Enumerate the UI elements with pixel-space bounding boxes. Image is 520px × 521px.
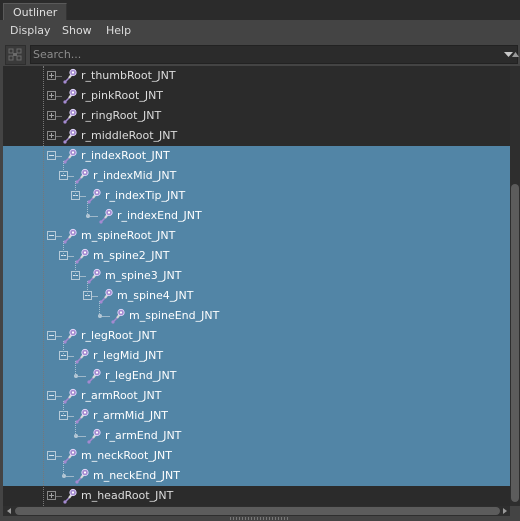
joint-icon: [85, 427, 103, 445]
tree-row[interactable]: r_middleRoot_JNT: [3, 126, 510, 146]
tree-guide-line: [75, 181, 76, 196]
tree-row[interactable]: m_spine2_JNT: [3, 246, 510, 266]
tree-row[interactable]: m_headRoot_JNT: [3, 486, 510, 506]
tree-row[interactable]: r_indexEnd_JNT: [3, 206, 510, 226]
tree-guide-line: [43, 66, 44, 506]
tree-row-label: r_legMid_JNT: [93, 349, 164, 362]
menu-show[interactable]: Show: [62, 23, 92, 39]
tree-row[interactable]: r_armMid_JNT: [3, 406, 510, 426]
tree-guide-line: [87, 281, 88, 296]
scroll-left-arrow-icon[interactable]: [7, 508, 11, 514]
tree-row-label: r_pinkRoot_JNT: [81, 89, 164, 102]
tree-guide-line: [75, 421, 76, 436]
filter-toggle-icon[interactable]: [5, 45, 26, 65]
tree-guide-line: [63, 341, 64, 356]
tree-guide-line: [63, 461, 64, 476]
tree-row-label: r_armMid_JNT: [93, 409, 169, 422]
menu-bar: Display Show Help: [0, 20, 520, 42]
collapse-icon[interactable]: [47, 331, 56, 340]
joint-icon: [61, 87, 79, 105]
expand-icon[interactable]: [47, 71, 56, 80]
scroll-right-arrow-icon[interactable]: [503, 508, 507, 514]
tree-row[interactable]: m_spineEnd_JNT: [3, 306, 510, 326]
tab-outliner[interactable]: Outliner: [3, 3, 68, 21]
search-input[interactable]: [31, 46, 493, 63]
tree-guide-line: [63, 161, 64, 176]
scroll-up-arrow-icon[interactable]: [512, 52, 519, 57]
search-row: [0, 44, 520, 66]
tree-row-label: r_indexMid_JNT: [93, 169, 177, 182]
collapse-icon[interactable]: [47, 391, 56, 400]
tree-row[interactable]: r_armEnd_JNT: [3, 426, 510, 446]
tree-row-label: r_legEnd_JNT: [105, 369, 177, 382]
expand-icon[interactable]: [47, 111, 56, 120]
resize-grip[interactable]: [230, 517, 290, 520]
vertical-scrollbar[interactable]: [510, 66, 520, 506]
tree-row-label: m_neckRoot_JNT: [81, 449, 172, 462]
tree-row-label: m_spineRoot_JNT: [81, 229, 176, 242]
tree-row-label: m_spine2_JNT: [93, 249, 170, 262]
tree-guide-line: [75, 261, 76, 276]
tree-row-label: r_armRoot_JNT: [81, 389, 162, 402]
joint-icon: [61, 67, 79, 85]
joint-icon: [85, 367, 103, 385]
panel-title-bar: Outliner: [0, 0, 520, 21]
tree-row-label: m_headRoot_JNT: [81, 489, 174, 502]
tree-row-label: r_indexTip_JNT: [105, 189, 186, 202]
tree-row[interactable]: m_spine4_JNT: [3, 286, 510, 306]
tree-row-label: r_armEnd_JNT: [105, 429, 182, 442]
horizontal-scrollbar[interactable]: [3, 506, 510, 516]
tree-row[interactable]: m_spine3_JNT: [3, 266, 510, 286]
tree-row[interactable]: r_pinkRoot_JNT: [3, 86, 510, 106]
menu-help[interactable]: Help: [106, 23, 131, 39]
collapse-icon[interactable]: [47, 151, 56, 160]
tree-row-label: m_spine3_JNT: [105, 269, 182, 282]
tree-row[interactable]: r_ringRoot_JNT: [3, 106, 510, 126]
joint-icon: [97, 207, 115, 225]
tree-row-label: m_spine4_JNT: [117, 289, 194, 302]
tree-row-label: r_thumbRoot_JNT: [81, 69, 176, 82]
tree-row[interactable]: r_indexRoot_JNT: [3, 146, 510, 166]
tree-row[interactable]: m_neckEnd_JNT: [3, 466, 510, 486]
tree-row[interactable]: r_armRoot_JNT: [3, 386, 510, 406]
tree-row-label: r_indexEnd_JNT: [117, 209, 202, 222]
outliner-tree: r_thumbRoot_JNT r_pinkRoot_JNT r_ringRoot_…: [3, 66, 510, 506]
tree-row[interactable]: r_legEnd_JNT: [3, 366, 510, 386]
tree-guide-line: [87, 201, 88, 216]
tree-row-label: r_ringRoot_JNT: [81, 109, 162, 122]
tree-guide-line: [63, 241, 64, 256]
joint-icon: [109, 307, 127, 325]
joint-icon: [61, 127, 79, 145]
tree-row-label: m_spineEnd_JNT: [129, 309, 220, 322]
tree-guide-line: [63, 401, 64, 416]
expand-icon[interactable]: [47, 131, 56, 140]
collapse-icon[interactable]: [47, 231, 56, 240]
tree-guide-line: [75, 361, 76, 376]
tree-guide-line: [99, 301, 100, 316]
tree-row[interactable]: r_thumbRoot_JNT: [3, 66, 510, 86]
tree-row-label: r_indexRoot_JNT: [81, 149, 170, 162]
joint-icon: [61, 487, 79, 505]
tree-row[interactable]: m_spineRoot_JNT: [3, 226, 510, 246]
joint-icon: [73, 467, 91, 485]
tree-row[interactable]: m_neckRoot_JNT: [3, 446, 510, 466]
tree-row-label: r_legRoot_JNT: [81, 329, 157, 342]
menu-display[interactable]: Display: [10, 23, 51, 39]
expand-icon[interactable]: [47, 491, 56, 500]
tree-row-label: r_middleRoot_JNT: [81, 129, 178, 142]
tree-row[interactable]: r_legMid_JNT: [3, 346, 510, 366]
tree-row[interactable]: r_indexTip_JNT: [3, 186, 510, 206]
horizontal-scroll-thumb[interactable]: [15, 507, 500, 515]
search-field[interactable]: [30, 45, 518, 64]
tree-row-label: m_neckEnd_JNT: [93, 469, 180, 482]
joint-icon: [61, 107, 79, 125]
tree-row[interactable]: r_legRoot_JNT: [3, 326, 510, 346]
tree-row[interactable]: r_indexMid_JNT: [3, 166, 510, 186]
collapse-icon[interactable]: [47, 451, 56, 460]
expand-icon[interactable]: [47, 91, 56, 100]
vertical-scroll-thumb[interactable]: [511, 184, 519, 502]
